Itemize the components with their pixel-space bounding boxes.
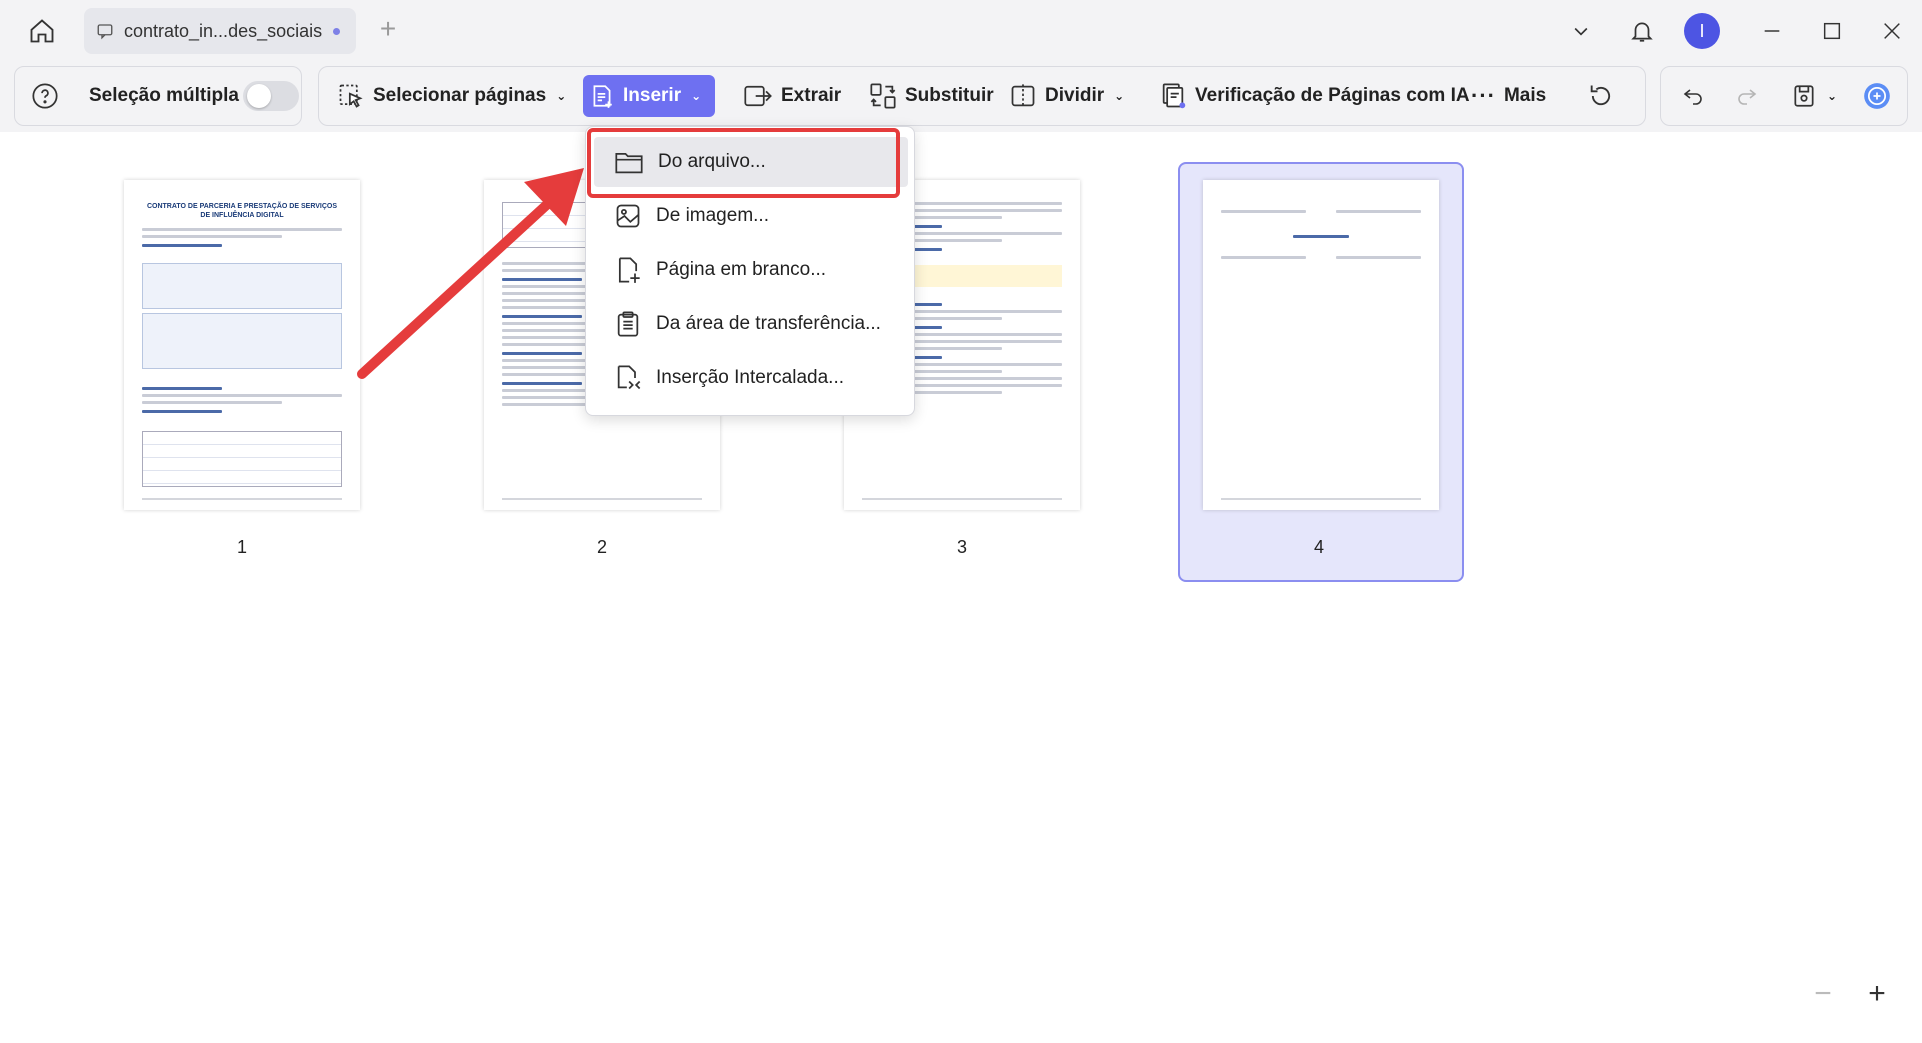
page-thumbnail-canvas: CONTRATO DE PARCERIA E PRESTAÇÃO DE SERV…	[0, 132, 1922, 1043]
page-4-signature-lines	[1203, 180, 1439, 225]
help-button[interactable]	[25, 75, 65, 117]
chevron-down-icon: ⌄	[556, 89, 567, 103]
menu-item-from-image-label: De imagem...	[656, 205, 769, 226]
page-1-party-box	[142, 263, 342, 309]
home-button[interactable]	[22, 12, 62, 50]
more-label: Mais	[1503, 85, 1547, 106]
page-4-witness-heading	[1203, 225, 1439, 246]
page-thumbnail-4[interactable]	[1203, 180, 1439, 510]
page-1-title: CONTRATO DE PARCERIA E PRESTAÇÃO DE SERV…	[146, 203, 338, 219]
avatar: I	[1684, 13, 1720, 49]
document-tab[interactable]: contrato_in...des_sociais	[84, 8, 356, 54]
insert-page-icon	[593, 85, 612, 108]
select-pages-label: Selecionar páginas	[373, 85, 547, 106]
toolbar-group-page-tools: Selecionar páginas ⌄ Inserir ⌄ Extrair S…	[318, 66, 1646, 126]
notifications-button[interactable]	[1622, 8, 1662, 54]
page-number-1: 1	[236, 537, 247, 557]
replace-icon	[870, 83, 896, 109]
replace-button[interactable]: Substituir	[863, 75, 1000, 117]
page-1-footer	[142, 498, 342, 500]
menu-item-from-image[interactable]: De imagem...	[594, 191, 908, 241]
page-thumbnail-1[interactable]: CONTRATO DE PARCERIA E PRESTAÇÃO DE SERV…	[124, 180, 360, 510]
toolbar-group-actions: ⌄	[1660, 66, 1908, 126]
multi-select-toggle[interactable]	[237, 75, 305, 117]
save-button[interactable]: ⌄	[1785, 75, 1843, 117]
maximize-button[interactable]	[1812, 8, 1852, 54]
rotate-button[interactable]	[1581, 75, 1625, 117]
extract-icon	[744, 85, 772, 107]
ai-page-check-button[interactable]: Verificação de Páginas com IA	[1153, 75, 1476, 117]
annotation-highlight-box	[587, 128, 900, 198]
new-tab-button[interactable]: +	[372, 14, 404, 48]
minimize-button[interactable]	[1752, 8, 1792, 54]
ai-page-check-label: Verificação de Páginas com IA	[1195, 85, 1470, 106]
clipboard-icon	[617, 311, 639, 337]
maximize-icon	[1823, 22, 1841, 40]
menu-item-interleave[interactable]: Inserção Intercalada...	[594, 353, 908, 403]
menu-item-blank-page-label: Página em branco...	[656, 259, 827, 280]
replace-label: Substituir	[905, 85, 994, 106]
extract-label: Extrair	[781, 85, 842, 106]
unsaved-indicator	[333, 28, 340, 35]
help-icon	[32, 83, 58, 109]
chevron-down-icon: ⌄	[691, 89, 702, 103]
interleave-icon	[617, 365, 641, 390]
extract-button[interactable]: Extrair	[737, 75, 847, 117]
page-number-4: 4	[1313, 537, 1324, 557]
toolbar-group-selection: Seleção múltipla	[14, 66, 302, 126]
tabs-dropdown-button[interactable]	[1564, 8, 1598, 54]
insert-button[interactable]: Inserir ⌄	[583, 75, 715, 117]
split-button[interactable]: Dividir ⌄	[1003, 75, 1130, 117]
image-icon	[616, 204, 640, 228]
menu-item-from-clipboard[interactable]: Da área de transferência...	[594, 299, 908, 349]
toolbar: Seleção múltipla Selecionar páginas ⌄ In…	[0, 62, 1922, 132]
home-icon	[30, 19, 54, 43]
chevron-down-icon: ⌄	[1827, 89, 1838, 103]
page-3-footer	[862, 498, 1062, 500]
toggle-switch	[243, 81, 299, 111]
ai-check-icon	[1162, 83, 1186, 109]
document-tab-title: contrato_in...des_sociais	[124, 20, 323, 41]
menu-item-from-clipboard-label: Da área de transferência...	[656, 313, 881, 334]
more-dots-icon: ···	[1471, 83, 1496, 108]
multi-select-label: Seleção múltipla	[89, 85, 239, 106]
insert-label: Inserir	[623, 85, 682, 106]
ai-assistant-button[interactable]	[1857, 75, 1897, 117]
split-label: Dividir	[1045, 85, 1105, 106]
comment-icon	[97, 24, 113, 40]
minimize-icon	[1764, 30, 1780, 32]
page-4-footer	[1221, 498, 1421, 500]
page-2-footer	[502, 498, 702, 500]
page-1-text-lines	[124, 220, 360, 259]
more-button[interactable]: ··· Mais	[1465, 75, 1552, 117]
bell-icon	[1631, 22, 1653, 42]
rotate-icon	[1590, 85, 1611, 106]
menu-item-blank-page[interactable]: Página em branco...	[594, 245, 908, 295]
blank-page-icon	[618, 257, 640, 283]
page-1-table	[142, 431, 342, 487]
zoom-out-button[interactable]: −	[1808, 979, 1838, 1010]
split-icon	[1011, 84, 1035, 108]
ai-assistant-icon	[1864, 83, 1890, 109]
pointer-select-icon	[339, 84, 363, 108]
select-pages-button[interactable]: Selecionar páginas ⌄	[331, 75, 572, 117]
undo-button[interactable]	[1675, 75, 1715, 117]
menu-item-interleave-label: Inserção Intercalada...	[656, 367, 844, 388]
save-icon	[1794, 85, 1814, 107]
redo-button[interactable]	[1729, 75, 1769, 117]
page-1-clause-lines	[124, 373, 360, 425]
chevron-down-icon	[1574, 27, 1588, 36]
page-1-influencer-box	[142, 313, 342, 369]
zoom-in-button[interactable]: +	[1862, 979, 1892, 1010]
close-window-button[interactable]	[1872, 8, 1912, 54]
page-number-2: 2	[596, 537, 607, 557]
undo-icon	[1683, 89, 1702, 105]
user-avatar-button[interactable]: I	[1682, 8, 1722, 54]
page-number-3: 3	[956, 537, 967, 557]
chevron-down-icon: ⌄	[1114, 89, 1125, 103]
page-4-witness-lines	[1203, 246, 1439, 271]
title-bar: contrato_in...des_sociais + I	[0, 0, 1922, 62]
close-icon	[1884, 23, 1900, 39]
redo-icon	[1738, 89, 1757, 105]
